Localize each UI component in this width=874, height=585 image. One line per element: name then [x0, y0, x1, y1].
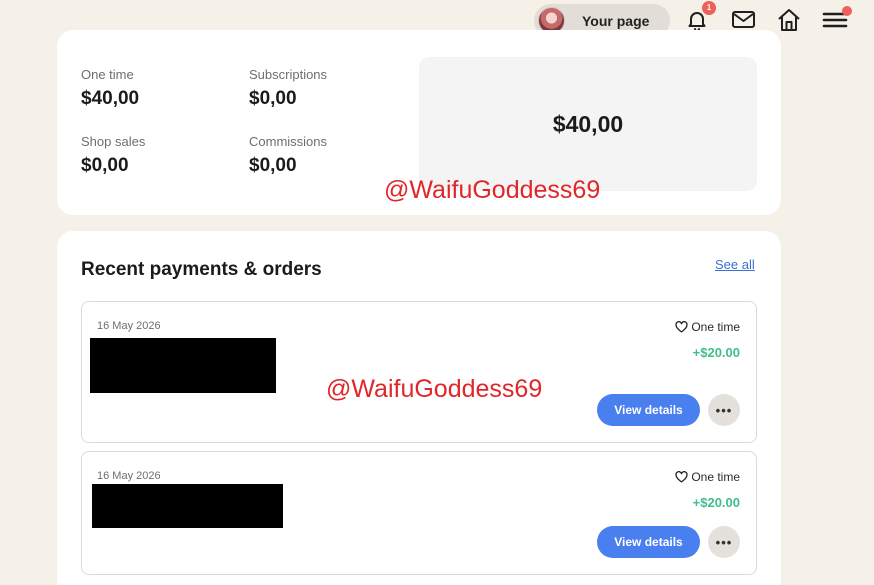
see-all-link[interactable]: See all — [715, 257, 755, 272]
stat-shop-sales: Shop sales $0,00 — [81, 134, 145, 177]
home-icon — [778, 9, 800, 31]
redacted-block — [92, 484, 283, 528]
stat-label: Commissions — [249, 134, 328, 149]
home-button[interactable] — [775, 6, 803, 34]
mail-icon — [731, 11, 755, 28]
view-details-button[interactable]: View details — [597, 394, 700, 426]
stat-label: Subscriptions — [249, 67, 328, 82]
stat-one-time: One time $40,00 — [81, 67, 139, 110]
stat-value: $0,00 — [249, 88, 297, 109]
order-type-label: One time — [691, 320, 740, 334]
order-row: 16 May 2026 One time +$20.00 View detail… — [81, 301, 757, 443]
redacted-block — [90, 338, 276, 393]
heart-icon — [675, 471, 688, 483]
more-options-button[interactable]: ••• — [708, 526, 740, 558]
recent-payments-card: Recent payments & orders See all 16 May … — [57, 231, 781, 585]
order-row: 16 May 2026 One time +$20.00 View detail… — [81, 451, 757, 575]
stat-commissions: Commissions $0,00 — [249, 134, 327, 177]
order-date: 16 May 2026 — [97, 470, 161, 482]
notification-badge: 1 — [702, 1, 716, 15]
stat-subscriptions: Subscriptions $0,00 — [249, 67, 327, 110]
more-options-button[interactable]: ••• — [708, 394, 740, 426]
stat-value: $40,00 — [81, 88, 140, 109]
order-type: One time — [675, 470, 740, 484]
view-details-button[interactable]: View details — [597, 526, 700, 558]
order-date: 16 May 2026 — [97, 320, 161, 332]
watermark-text: @WaifuGoddess69 — [326, 375, 543, 403]
watermark-text: @WaifuGoddess69 — [384, 176, 601, 204]
section-title: Recent payments & orders — [81, 259, 322, 280]
stat-label: One time — [81, 67, 134, 82]
stat-value: $0,00 — [81, 155, 129, 176]
order-type: One time — [675, 320, 740, 334]
profile-label: Your page — [582, 12, 650, 29]
total-earnings-value: $40,00 — [552, 110, 624, 137]
total-earnings-box: $40,00 — [419, 57, 757, 191]
heart-icon — [675, 321, 688, 333]
stat-value: $0,00 — [249, 155, 297, 176]
stat-label: Shop sales — [81, 134, 146, 149]
order-amount: +$20.00 — [692, 345, 740, 360]
order-amount: +$20.00 — [692, 495, 740, 510]
menu-notification-dot — [842, 6, 852, 16]
order-type-label: One time — [691, 470, 740, 484]
